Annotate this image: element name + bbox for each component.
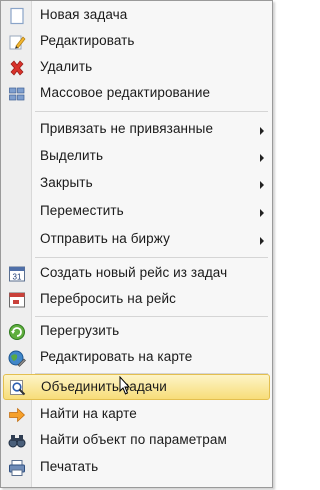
menu-item-label: Переместить xyxy=(40,203,124,218)
svg-text:31: 31 xyxy=(13,273,22,282)
menu-item-move[interactable]: Переместить xyxy=(3,199,270,225)
menu-item-label: Новая задача xyxy=(40,7,128,22)
submenu-arrow-icon xyxy=(260,127,264,135)
menu-item-label: Создать новый рейс из задач xyxy=(40,265,228,280)
menu-item-create-trip[interactable]: 31 Создать новый рейс из задач xyxy=(3,261,270,287)
bulk-edit-icon xyxy=(8,85,26,103)
menu-item-send-to-exchange[interactable]: Отправить на биржу xyxy=(3,227,270,253)
calendar-31-icon: 31 xyxy=(8,265,26,283)
mouse-cursor-icon xyxy=(119,376,131,395)
menu-item-label: Отправить на биржу xyxy=(40,231,170,246)
menu-separator xyxy=(35,111,268,112)
menu-item-label: Перебросить на рейс xyxy=(40,291,177,306)
menu-item-label: Объединить задачи xyxy=(41,379,167,394)
menu-item-label: Выделить xyxy=(40,148,104,163)
menu-item-edit[interactable]: Редактировать xyxy=(3,29,270,55)
submenu-arrow-icon xyxy=(260,154,264,162)
menu-item-bind-unbound[interactable]: Привязать не привязанные xyxy=(3,117,270,143)
binoculars-icon xyxy=(8,432,26,450)
submenu-arrow-icon xyxy=(260,209,264,217)
menu-item-label: Привязать не привязанные xyxy=(40,121,214,136)
reload-icon xyxy=(8,323,26,341)
menu-separator xyxy=(35,316,268,317)
menu-item-label: Редактировать на карте xyxy=(40,349,193,364)
menu-item-label: Перегрузить xyxy=(40,323,120,338)
menu-separator xyxy=(35,257,268,258)
new-task-icon xyxy=(8,7,26,25)
printer-icon xyxy=(8,459,26,477)
menu-item-transfer-to-trip[interactable]: Перебросить на рейс xyxy=(3,287,270,313)
edit-pencil-icon xyxy=(8,33,26,51)
submenu-arrow-icon xyxy=(260,181,264,189)
menu-item-label: Печатать xyxy=(40,459,99,474)
map-edit-icon xyxy=(8,349,26,367)
menu-item-edit-on-map[interactable]: Редактировать на карте xyxy=(3,345,270,371)
menu-item-label: Удалить xyxy=(40,59,93,74)
menu-item-label: Найти на карте xyxy=(40,406,137,421)
menu-item-merge-tasks[interactable]: Объединить задачи xyxy=(3,374,270,400)
delete-x-icon xyxy=(8,59,26,77)
menu-item-find-object[interactable]: Найти объект по параметрам xyxy=(3,428,270,454)
calendar-move-icon xyxy=(8,291,26,309)
menu-item-new-task[interactable]: Новая задача xyxy=(3,3,270,29)
menu-item-print[interactable]: Печатать xyxy=(3,455,270,481)
menu-item-label: Редактировать xyxy=(40,33,135,48)
menu-item-bulk-edit[interactable]: Массовое редактирование xyxy=(3,81,270,107)
menu-item-reload[interactable]: Перегрузить xyxy=(3,319,270,345)
menu-item-label: Массовое редактирование xyxy=(40,85,211,100)
menu-item-find-on-map[interactable]: Найти на карте xyxy=(3,402,270,428)
menu-item-label: Найти объект по параметрам xyxy=(40,432,227,447)
menu-item-close[interactable]: Закрыть xyxy=(3,171,270,197)
submenu-arrow-icon xyxy=(260,237,264,245)
arrow-right-icon xyxy=(8,406,26,424)
context-menu: Новая задача Редактировать Удалить Массо… xyxy=(0,0,273,488)
merge-tasks-icon xyxy=(9,379,27,397)
menu-item-select[interactable]: Выделить xyxy=(3,144,270,170)
menu-item-delete[interactable]: Удалить xyxy=(3,55,270,81)
menu-item-label: Закрыть xyxy=(40,175,93,190)
